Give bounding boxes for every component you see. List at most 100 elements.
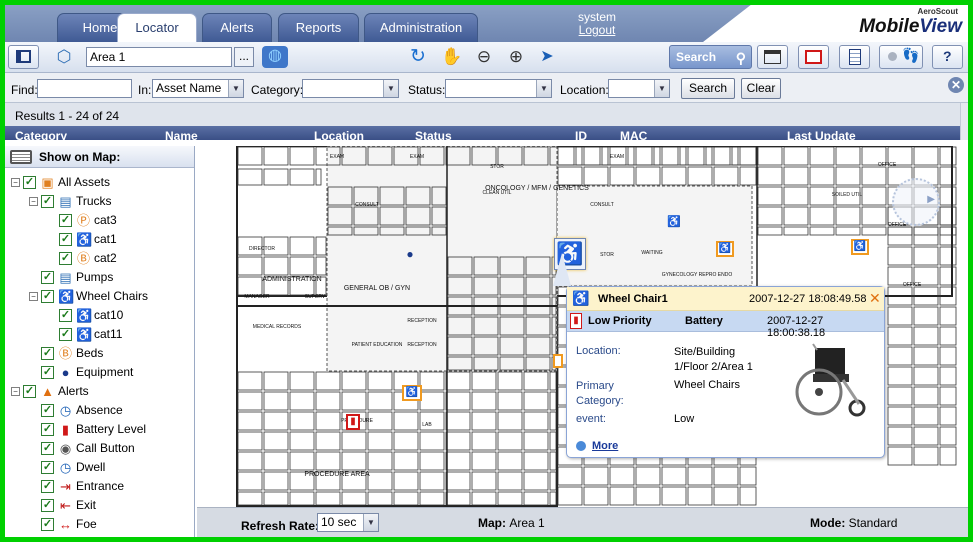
tab-reports[interactable]: Reports (278, 13, 359, 42)
wheelchair-marker-small[interactable]: ♿ (667, 215, 681, 229)
checkbox[interactable]: ✓ (41, 518, 54, 532)
area-browse-button[interactable]: ... (234, 47, 254, 67)
tree-item-cat1[interactable]: ✓ ♿ cat1 (47, 230, 117, 249)
room-label: CONSULT (590, 202, 614, 208)
checkbox[interactable]: ✓ (59, 214, 72, 228)
toggle-panel-button[interactable] (8, 45, 39, 69)
report-button[interactable] (839, 45, 870, 69)
tab-locator[interactable]: Locator (117, 13, 197, 42)
tree-item-call-button[interactable]: ✓ ◉ Call Button (29, 439, 135, 458)
globe-icon[interactable]: ◍ (262, 46, 288, 68)
tree-item-absence[interactable]: ✓ ◷ Absence (29, 401, 123, 420)
logout-link[interactable]: Logout (565, 24, 629, 37)
results-scrollbar[interactable] (960, 103, 968, 140)
tree-item-cat3[interactable]: ✓ Ⓟcat3 (47, 211, 117, 230)
checkbox[interactable]: ✓ (41, 404, 54, 418)
tree-item-exit[interactable]: ✓ ⇤ Exit (29, 496, 96, 515)
checkbox[interactable]: ✓ (41, 461, 54, 475)
tree-header: Show on Map: (5, 146, 194, 168)
refresh-rate-select[interactable]: 10 sec ▼ (317, 513, 379, 532)
pan-right-icon[interactable]: ▶ (927, 194, 935, 205)
pointer-icon[interactable]: ➤ (536, 47, 558, 67)
room-cell (783, 206, 809, 226)
tree-item-dwell[interactable]: ✓ ◷ Dwell (29, 458, 105, 477)
room-cell (661, 166, 687, 186)
tree-item-cat2[interactable]: ✓ Ⓑcat2 (47, 249, 117, 268)
help-button[interactable]: ? (932, 45, 963, 69)
refresh-icon[interactable]: ↻ (407, 47, 429, 67)
checkbox[interactable]: ✓ (59, 309, 72, 323)
list-view-button[interactable] (757, 45, 788, 69)
tree-item-cat11[interactable]: ✓ ♿ cat11 (47, 325, 122, 344)
location-select[interactable]: ▼ (608, 79, 670, 98)
tree-item-battery-level[interactable]: ✓ ▮ Battery Level (29, 420, 146, 439)
tree-item-alerts[interactable]: − ✓ ▲ Alerts (11, 382, 89, 401)
checkbox[interactable]: ✓ (41, 347, 54, 361)
room-cell (939, 326, 957, 346)
zoom-out-icon[interactable]: ⊖ (473, 47, 495, 67)
checkbox[interactable]: ✓ (23, 176, 36, 190)
tree-item-cat10[interactable]: ✓ ♿ cat10 (47, 306, 123, 325)
pan-hand-icon[interactable]: ✋ (441, 47, 463, 67)
col-mac[interactable]: MAC (620, 129, 647, 140)
filter-clear-button[interactable]: Clear (741, 78, 781, 99)
person-icon: ● (61, 365, 70, 381)
checkbox[interactable]: ✓ (41, 290, 54, 304)
asset-marker[interactable]: ♿ (402, 385, 422, 401)
room-cell (471, 491, 497, 506)
col-category[interactable]: Category (15, 129, 67, 140)
checkbox[interactable]: ✓ (41, 442, 54, 456)
room-cell (609, 486, 635, 506)
alert-view-button[interactable] (798, 45, 829, 69)
checkbox[interactable]: ✓ (23, 385, 36, 399)
asset-marker[interactable]: ♿ (716, 241, 734, 257)
checkbox[interactable]: ✓ (59, 328, 72, 342)
tree-item-all-assets[interactable]: − ✓ ▣ All Assets (11, 173, 110, 192)
asset-marker[interactable] (553, 354, 563, 368)
col-status[interactable]: Status (415, 129, 452, 140)
tree-item-wheel-chairs[interactable]: − ✓ ♿ Wheel Chairs (29, 287, 148, 306)
collapse-icon[interactable]: − (29, 292, 38, 302)
close-icon[interactable]: ✕ (948, 77, 964, 93)
checkbox[interactable]: ✓ (41, 499, 54, 513)
checkbox[interactable]: ✓ (41, 423, 54, 437)
tree-item-foe[interactable]: ✓ ↔ Foe (29, 515, 97, 534)
checkbox[interactable]: ✓ (41, 195, 54, 209)
search-toggle-button[interactable]: Search ⚲ (669, 45, 752, 69)
area-input[interactable]: Area 1 (86, 47, 232, 67)
alert-marker[interactable]: ▮ (346, 414, 360, 430)
tree-item-equipment[interactable]: ✓ ● Equipment (29, 363, 133, 382)
cube-icon[interactable]: ⬡ (53, 47, 75, 67)
filter-search-button[interactable]: Search (681, 78, 735, 99)
tree-item-entrance[interactable]: ✓ ⇥ Entrance (29, 477, 124, 496)
asset-marker[interactable]: ♿ (851, 239, 869, 255)
tree-item-pumps[interactable]: ✓ ▤ Pumps (29, 268, 113, 287)
room-cell (887, 406, 913, 426)
col-last-update[interactable]: Last Update (787, 129, 856, 140)
checkbox[interactable]: ✓ (41, 271, 54, 285)
person-marker[interactable]: ● (404, 247, 416, 263)
tab-alerts[interactable]: Alerts (202, 13, 272, 42)
checkbox[interactable]: ✓ (41, 366, 54, 380)
zoom-in-icon[interactable]: ⊕ (505, 47, 527, 67)
close-icon[interactable]: ✕ (869, 290, 881, 307)
col-location[interactable]: Location (314, 129, 364, 140)
category-select[interactable]: ▼ (302, 79, 399, 98)
status-select[interactable]: ▼ (445, 79, 552, 98)
checkbox[interactable]: ✓ (59, 233, 72, 247)
col-id[interactable]: ID (575, 129, 587, 140)
find-input[interactable] (37, 79, 132, 98)
col-name[interactable]: Name (165, 129, 198, 140)
collapse-icon[interactable]: − (11, 178, 20, 188)
collapse-icon[interactable]: − (11, 387, 20, 397)
checkbox[interactable]: ✓ (59, 252, 72, 266)
tab-administration[interactable]: Administration (364, 13, 478, 42)
in-select[interactable]: Asset Name ▼ (152, 79, 244, 98)
pan-compass[interactable]: ▶ (892, 178, 940, 226)
checkbox[interactable]: ✓ (41, 480, 54, 494)
collapse-icon[interactable]: − (29, 197, 38, 207)
more-link[interactable]: More (592, 440, 618, 452)
tree-item-beds[interactable]: ✓ Ⓑ Beds (29, 344, 103, 363)
footprints-button[interactable]: 👣 (879, 45, 923, 69)
tree-item-trucks[interactable]: − ✓ ▤ Trucks (29, 192, 112, 211)
